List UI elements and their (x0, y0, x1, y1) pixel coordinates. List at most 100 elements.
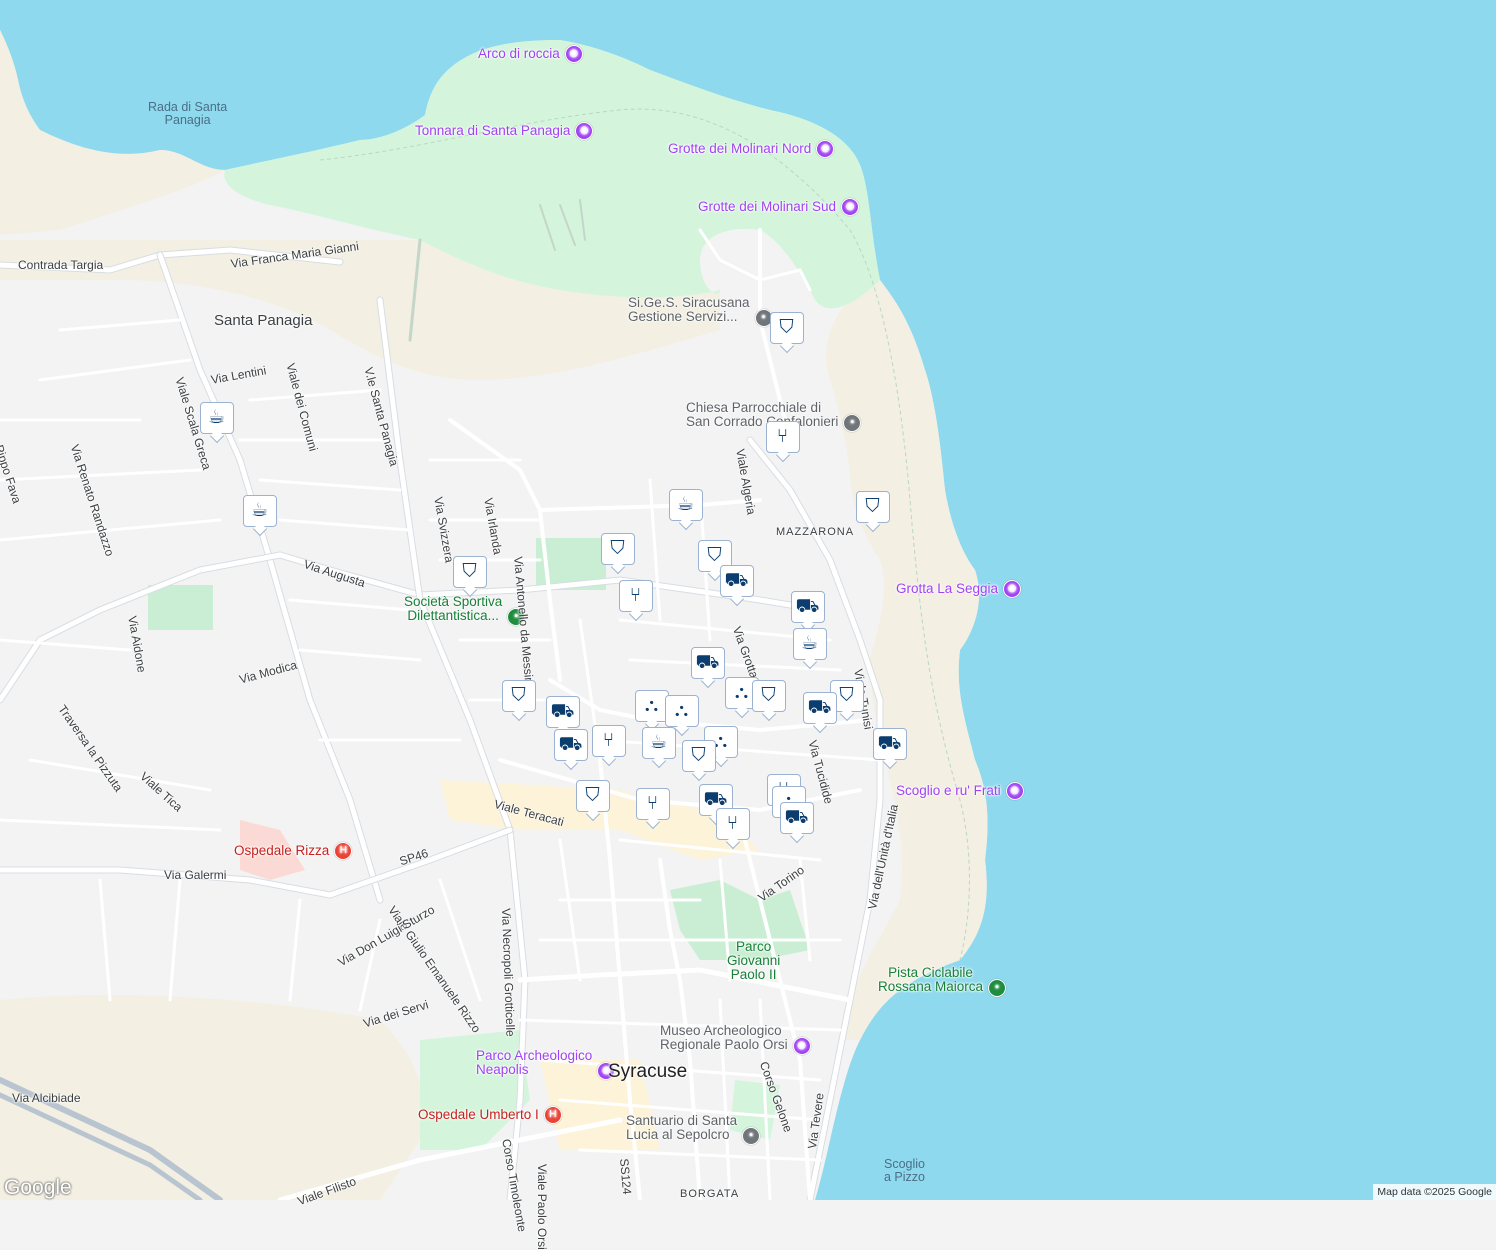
map-label-text: Arco di roccia (478, 45, 560, 61)
map-label[interactable]: Si.Ge.S. Siracusana Gestione Servizi... • (628, 295, 773, 327)
map-label[interactable]: Scoglio e ru' Frati ◉ (896, 782, 1024, 800)
map-label[interactable]: Grotta La Seggia ◉ (896, 580, 1022, 598)
map-label: Parco Giovanni Paolo II (727, 939, 781, 983)
map-label-text: Grotte dei Molinari Nord (668, 140, 812, 156)
map-label-text: Parco Archeologico Neapolis (476, 1048, 593, 1078)
map-copyright[interactable]: Map data ©2025 Google (1373, 1184, 1496, 1200)
map-marker-coffee[interactable]: ☕ (642, 727, 676, 759)
map-marker-education[interactable]: ⛉ (770, 312, 804, 344)
map-label[interactable]: Santuario di Santa Lucia al Sepolcro • (626, 1113, 761, 1145)
map-label-text: Pista Ciclabile Rossana Maiorca (878, 965, 984, 995)
map-label[interactable]: Arco di roccia ◉ (478, 45, 583, 63)
map-marker-restaurant[interactable]: ⑂ (636, 788, 670, 820)
coffee-icon: ☕ (649, 731, 668, 753)
map-marker-bag[interactable]: ⛬ (635, 690, 669, 722)
map-marker-restaurant[interactable]: ⑂ (766, 421, 800, 453)
map-marker-coffee[interactable]: ☕ (793, 628, 827, 660)
map-marker-education[interactable]: ⛉ (682, 740, 716, 772)
map-marker-restaurant[interactable]: ⑂ (592, 725, 626, 757)
shopping-cart-icon: ⛟ (550, 700, 575, 722)
map-label-text: Santa Panagia (214, 312, 313, 329)
map-marker-education[interactable]: ⛉ (601, 533, 635, 565)
education-icon: ⛉ (610, 537, 625, 559)
place-pin-icon[interactable]: ◉ (564, 45, 583, 63)
place-pin-icon[interactable]: • (988, 978, 1007, 997)
map-marker-education[interactable]: ⛉ (856, 491, 890, 523)
place-pin-icon[interactable]: ◉ (1003, 580, 1022, 598)
education-icon: ⛉ (761, 684, 776, 706)
map-label-text: Parco Giovanni Paolo II (727, 939, 781, 983)
education-icon: ⛉ (585, 784, 600, 806)
map-marker-education[interactable]: ⛉ (453, 556, 487, 588)
map-label-text: Via Alcibiade (12, 1091, 81, 1105)
map-label-text: Società Sportiva Dilettantistica... (404, 594, 503, 624)
map-marker-education[interactable]: ⛉ (576, 780, 610, 812)
map-marker-education[interactable]: ⛉ (752, 680, 786, 712)
map-label-text: Syracuse (608, 1061, 688, 1082)
map-label-text: Rada di Santa Panagia (148, 100, 228, 128)
place-pin-icon[interactable]: ◉ (792, 1036, 811, 1055)
map-label[interactable]: Tonnara di Santa Panagia ◉ (415, 122, 594, 140)
restaurant-icon: ⑂ (629, 584, 642, 606)
map-label[interactable]: Società Sportiva Dilettantistica... • (404, 594, 526, 626)
map-label: Via Galermi (164, 869, 226, 882)
map-marker-shopping[interactable]: ⛟ (554, 729, 588, 761)
map-label[interactable]: Grotte dei Molinari Nord ◉ (668, 140, 835, 158)
map-label[interactable]: Pista Ciclabile Rossana Maiorca • (878, 965, 1007, 997)
coffee-icon: ☕ (250, 499, 269, 521)
place-pin-icon[interactable]: ◉ (841, 198, 860, 216)
map-marker-coffee[interactable]: ☕ (243, 495, 277, 527)
map-label-text: Grotte dei Molinari Sud (698, 198, 837, 214)
map-label-text: SS124 (617, 1157, 635, 1196)
shopping-bag-icon: ⛬ (644, 694, 659, 716)
map-label[interactable]: Ospedale Umberto IH (418, 1106, 562, 1124)
restaurant-icon: ⑂ (776, 425, 789, 447)
place-pin-icon[interactable]: H (334, 842, 353, 860)
place-pin-icon[interactable]: H (543, 1106, 562, 1124)
shopping-cart-icon: ⛟ (695, 651, 720, 673)
map-label-text: MAZZARONA (776, 526, 855, 538)
map-label[interactable]: Grotte dei Molinari Sud ◉ (698, 198, 860, 216)
shopping-bag-icon: ⛬ (674, 699, 689, 721)
coffee-icon: ☕ (676, 493, 695, 515)
shopping-cart-icon: ⛟ (877, 732, 902, 754)
coffee-icon: ☕ (800, 632, 819, 654)
map-label-text: Ospedale Rizza (234, 842, 330, 858)
map-marker-shopping[interactable]: ⛟ (780, 802, 814, 834)
shopping-cart-icon: ⛟ (724, 569, 749, 591)
shopping-cart-icon: ⛟ (784, 806, 809, 828)
education-icon: ⛉ (707, 544, 722, 566)
education-icon: ⛉ (691, 744, 706, 766)
map-label-text: Contrada Targia (18, 258, 104, 272)
education-icon: ⛉ (839, 684, 854, 706)
place-pin-icon[interactable]: ◉ (1005, 782, 1024, 800)
place-pin-icon[interactable]: ◉ (575, 122, 594, 140)
map-marker-shopping[interactable]: ⛟ (691, 647, 725, 679)
map-label: Rada di Santa Panagia (148, 100, 228, 128)
map-label[interactable]: Museo Archeologico Regionale Paolo Orsi ◉ (660, 1023, 811, 1055)
map-label: MAZZARONA (776, 526, 855, 539)
map-label-text: Chiesa Parrocchiale di San Corrado Confa… (686, 400, 839, 430)
map-marker-education[interactable]: ⛉ (502, 680, 536, 712)
map-label-text: Museo Archeologico Regionale Paolo Orsi (660, 1023, 788, 1053)
map-marker-shopping[interactable]: ⛟ (720, 565, 754, 597)
place-pin-icon[interactable]: • (843, 413, 862, 432)
map-label-text: Scoglio a Pizzo (884, 1157, 925, 1185)
map-marker-restaurant[interactable]: ⑂ (619, 580, 653, 612)
map-label-text: Scoglio e ru' Frati (896, 782, 1001, 798)
map-marker-shopping[interactable]: ⛟ (803, 692, 837, 724)
map-marker-shopping[interactable]: ⛟ (791, 591, 825, 623)
map-marker-shopping[interactable]: ⛟ (546, 696, 580, 728)
map-label: Santa Panagia (214, 313, 312, 329)
map-canvas[interactable] (0, 0, 1496, 1200)
map-marker-coffee[interactable]: ☕ (200, 402, 234, 434)
shopping-cart-icon: ⛟ (807, 696, 832, 718)
map-label[interactable]: Ospedale Rizza H (234, 842, 353, 860)
map-marker-shopping[interactable]: ⛟ (873, 728, 907, 760)
map-marker-coffee[interactable]: ☕ (669, 489, 703, 521)
map-label[interactable]: Parco Archeologico Neapolis ◉ (476, 1048, 616, 1080)
map-marker-restaurant[interactable]: ⑂ (716, 808, 750, 840)
place-pin-icon[interactable]: ◉ (816, 140, 835, 158)
place-pin-icon[interactable]: • (742, 1126, 761, 1145)
map-marker-bag[interactable]: ⛬ (665, 695, 699, 727)
